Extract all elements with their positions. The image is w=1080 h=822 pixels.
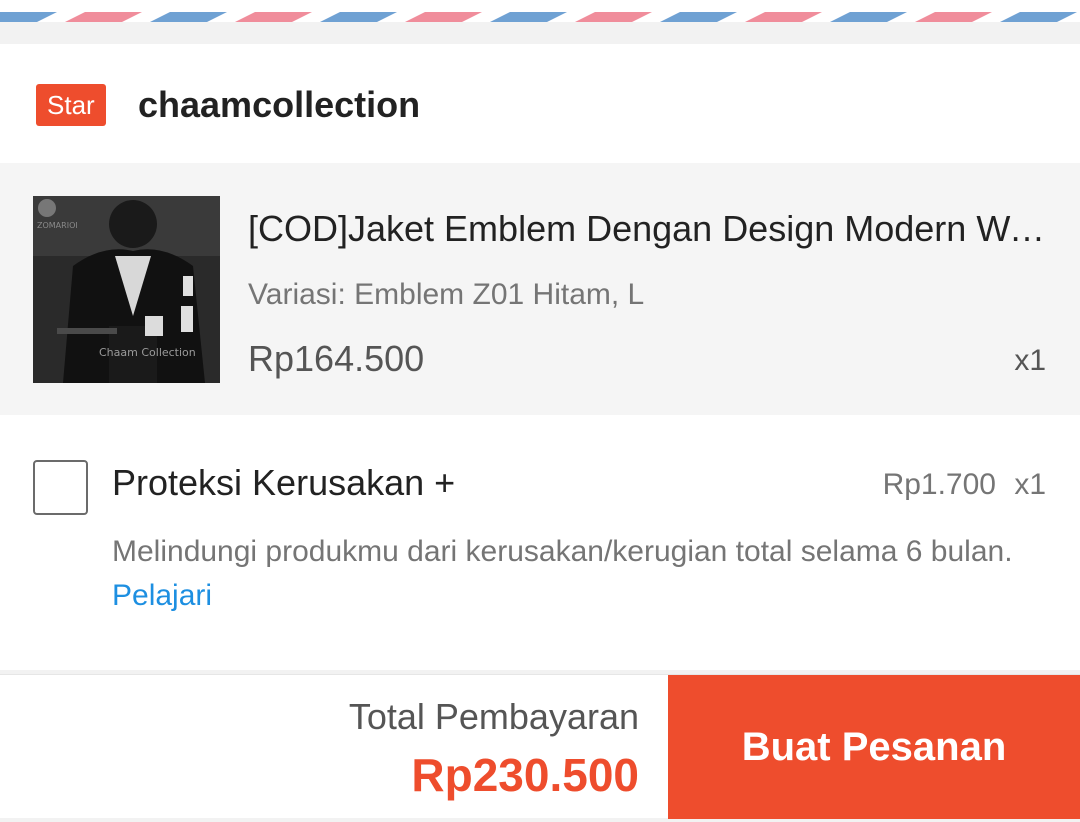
damage-protection-section: Proteksi Kerusakan + Rp1.700 x1 Melindun… <box>0 415 1080 670</box>
address-border-stripe <box>0 0 1080 22</box>
shop-name[interactable]: chaamcollection <box>138 82 420 128</box>
place-order-button[interactable]: Buat Pesanan <box>668 675 1080 819</box>
photo-watermark-text: Chaam Collection <box>99 346 196 359</box>
jacket-photo: ZOMARIOI Chaam Collection <box>33 196 220 383</box>
product-title: [COD]Jaket Emblem Dengan Design Modern W… <box>248 208 1048 249</box>
protection-price: Rp1.700 <box>882 468 996 501</box>
product-item[interactable]: ZOMARIOI Chaam Collection [COD]Jaket Emb… <box>0 163 1080 415</box>
product-price: Rp164.500 <box>248 338 425 379</box>
total-payment-label: Total Pembayaran <box>348 696 639 737</box>
protection-description-block: Melindungi produkmu dari kerusakan/kerug… <box>112 530 1042 618</box>
protection-title: Proteksi Kerusakan + <box>112 462 456 503</box>
shop-header: Star chaamcollection <box>0 44 1080 163</box>
stripe-pattern <box>0 0 1080 22</box>
protection-quantity: x1 <box>1014 468 1046 501</box>
product-image: ZOMARIOI Chaam Collection <box>33 196 220 383</box>
checkout-bar: Total Pembayaran Rp230.500 Buat Pesanan <box>0 674 1080 819</box>
photo-brand-text: ZOMARIOI <box>37 221 78 230</box>
product-variant: Variasi: Emblem Z01 Hitam, L <box>248 278 645 311</box>
protection-checkbox[interactable] <box>33 460 88 515</box>
star-seller-badge: Star <box>36 84 106 126</box>
learn-more-link[interactable]: Pelajari <box>112 579 212 612</box>
protection-description: Melindungi produkmu dari kerusakan/kerug… <box>112 535 1013 568</box>
total-payment-amount: Rp230.500 <box>411 749 639 801</box>
product-quantity: x1 <box>1014 344 1046 377</box>
